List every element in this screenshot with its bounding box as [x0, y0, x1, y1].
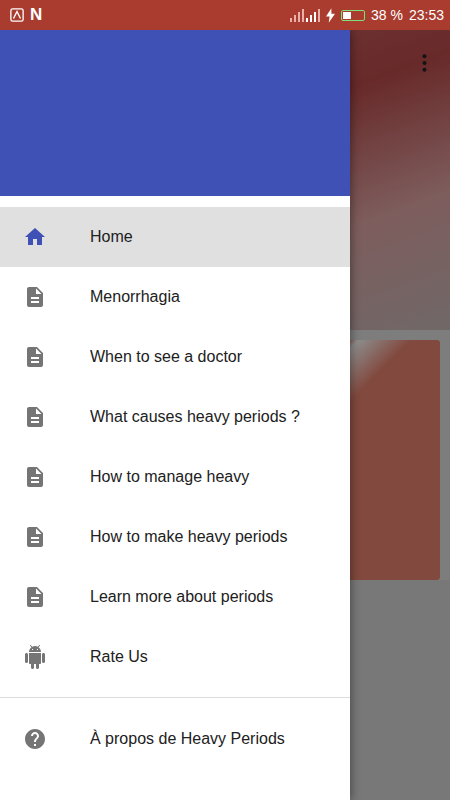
drawer-item[interactable]: Home	[0, 207, 350, 267]
drawer-item[interactable]: Rate Us	[0, 627, 350, 687]
charging-icon	[326, 8, 335, 23]
battery-icon	[341, 10, 365, 21]
drawer-item[interactable]: À propos de Heavy Periods	[0, 709, 350, 769]
drawer-item[interactable]: Menorrhagia	[0, 267, 350, 327]
android-icon	[23, 645, 47, 669]
drawer-item[interactable]: How to make heavy periods	[0, 507, 350, 567]
document-icon	[23, 285, 47, 309]
document-icon	[23, 585, 47, 609]
notification-text: N	[30, 5, 42, 25]
signal-icon	[290, 8, 320, 22]
home-icon	[23, 225, 47, 249]
drawer-item[interactable]: When to see a doctor	[0, 327, 350, 387]
battery-text: 38 %	[371, 7, 403, 23]
document-icon	[23, 345, 47, 369]
drawer-item-label: Menorrhagia	[90, 288, 180, 306]
document-icon	[23, 525, 47, 549]
drawer-item-label: When to see a doctor	[90, 348, 242, 366]
drawer-item-label: À propos de Heavy Periods	[90, 730, 285, 748]
drawer-header	[0, 30, 350, 196]
document-icon	[23, 465, 47, 489]
drawer-item-label: How to make heavy periods	[90, 528, 287, 546]
drawer-item[interactable]: How to manage heavy	[0, 447, 350, 507]
document-icon	[23, 405, 47, 429]
navigation-drawer: Home Menorrhagia When to see a doctor What …	[0, 30, 350, 800]
divider	[0, 697, 350, 698]
drawer-item-label: Learn more about periods	[90, 588, 273, 606]
drawer-item-label: What causes heavy periods ?	[90, 408, 300, 426]
drawer-item-label: Home	[90, 228, 133, 246]
drawer-item-label: Rate Us	[90, 648, 148, 666]
clock: 23:53	[409, 7, 444, 23]
drawer-item[interactable]: What causes heavy periods ?	[0, 387, 350, 447]
app-screen: N 38 % 23:53 Home Menorrhagia When to see a d…	[0, 0, 450, 800]
drawer-item[interactable]: Learn more about periods	[0, 567, 350, 627]
status-bar: N 38 % 23:53	[0, 0, 450, 30]
help-icon	[23, 727, 47, 751]
notification-icon	[10, 8, 24, 22]
drawer-item-label: How to manage heavy	[90, 468, 249, 486]
